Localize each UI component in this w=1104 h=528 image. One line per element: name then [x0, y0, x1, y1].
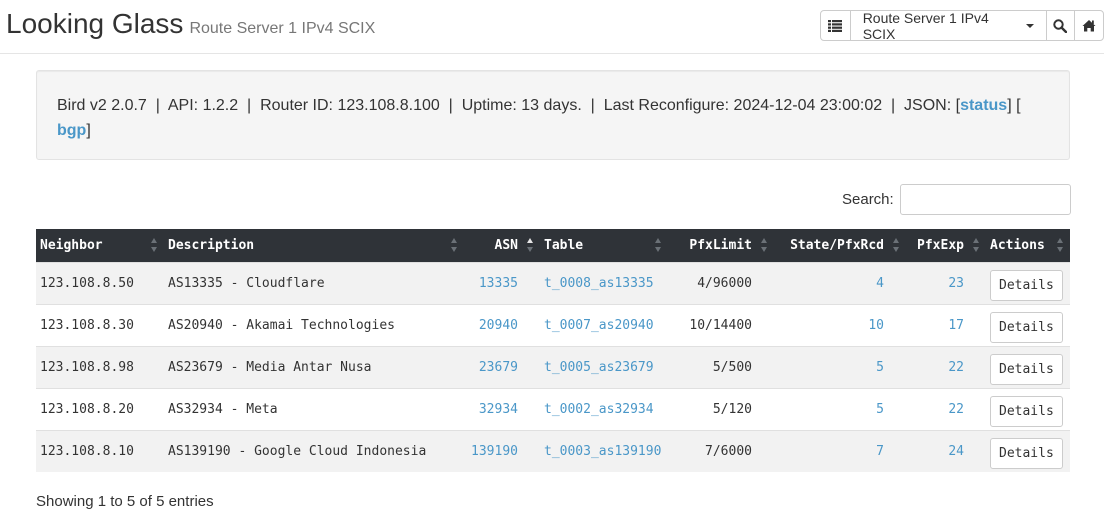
col-table[interactable]: Table	[540, 229, 668, 262]
sort-asc-icon	[527, 238, 534, 252]
table-header: Neighbor Description ASN Table PfxLimit …	[36, 229, 1070, 262]
col-pfxlimit[interactable]: PfxLimit	[668, 229, 774, 262]
description-cell: AS20940 - Akamai Technologies	[164, 303, 464, 346]
pfxrcd-link[interactable]: 5	[876, 360, 884, 375]
pfxlimit-cell: 5/120	[668, 387, 774, 430]
col-actions[interactable]: Actions	[986, 229, 1070, 262]
col-neighbor[interactable]: Neighbor	[36, 229, 164, 262]
asn-link[interactable]: 32934	[479, 402, 518, 417]
description-cell: AS32934 - Meta	[164, 387, 464, 430]
router-list-button[interactable]	[820, 10, 851, 41]
description-cell: AS23679 - Media Antar Nusa	[164, 345, 464, 388]
home-icon	[1082, 20, 1096, 32]
neighbor-cell: 123.108.8.30	[36, 303, 164, 346]
router-toolbar: Route Server 1 IPv4 SCIX	[820, 9, 1104, 42]
asn-link[interactable]: 139190	[471, 444, 518, 459]
pfxrcd-link[interactable]: 10	[868, 318, 884, 333]
sort-icon	[151, 238, 158, 252]
table-link[interactable]: t_0008_as13335	[544, 276, 654, 291]
sort-icon	[893, 238, 900, 252]
search-icon	[1053, 18, 1068, 33]
caret-down-icon	[1025, 23, 1034, 28]
table-row: 123.108.8.20 AS32934 - Meta 32934 t_0002…	[36, 387, 1070, 430]
pfxrcd-link[interactable]: 5	[876, 402, 884, 417]
pfxexp-link[interactable]: 17	[948, 318, 964, 333]
json-bgp-link[interactable]: bgp	[57, 122, 86, 139]
json-close-bracket: ]	[86, 122, 91, 139]
pfxexp-link[interactable]: 23	[948, 276, 964, 291]
search-label: Search:	[842, 191, 894, 208]
pfxlimit-cell: 7/6000	[668, 429, 774, 472]
table-body: 123.108.8.50 AS13335 - Cloudflare 13335 …	[36, 261, 1070, 472]
table-row: 123.108.8.50 AS13335 - Cloudflare 13335 …	[36, 261, 1070, 304]
search-box: Search:	[842, 184, 1071, 215]
details-button[interactable]: Details	[990, 396, 1063, 427]
sort-icon	[761, 238, 768, 252]
table-row: 123.108.8.30 AS20940 - Akamai Technologi…	[36, 303, 1070, 346]
neighbor-cell: 123.108.8.20	[36, 387, 164, 430]
asn-link[interactable]: 20940	[479, 318, 518, 333]
neighbor-cell: 123.108.8.98	[36, 345, 164, 388]
neighbors-table: Neighbor Description ASN Table PfxLimit …	[36, 229, 1070, 472]
col-pfxexp[interactable]: PfxExp	[906, 229, 986, 262]
col-state-pfxrcd[interactable]: State/PfxRcd	[774, 229, 906, 262]
router-select-label: Route Server 1 IPv4 SCIX	[862, 9, 989, 42]
description-cell: AS139190 - Google Cloud Indonesia	[164, 429, 464, 472]
details-button[interactable]: Details	[990, 354, 1063, 385]
page-subtitle: Route Server 1 IPv4 SCIX	[189, 20, 376, 37]
description-cell: AS13335 - Cloudflare	[164, 261, 464, 304]
table-row: 123.108.8.98 AS23679 - Media Antar Nusa …	[36, 345, 1070, 388]
router-info-text: Bird v2 2.0.7 | API: 1.2.2 | Router ID: …	[57, 97, 961, 114]
sort-icon	[1057, 238, 1064, 252]
col-asn[interactable]: ASN	[464, 229, 540, 262]
sort-icon	[655, 238, 662, 252]
pfxexp-link[interactable]: 24	[948, 444, 964, 459]
details-button[interactable]: Details	[990, 438, 1063, 470]
router-select-dropdown[interactable]: Route Server 1 IPv4 SCIX	[849, 9, 1047, 42]
table-info: Showing 1 to 5 of 5 entries	[36, 493, 214, 510]
sort-icon	[451, 238, 458, 252]
table-link[interactable]: t_0005_as23679	[544, 360, 654, 375]
details-button[interactable]: Details	[990, 312, 1063, 343]
col-description[interactable]: Description	[164, 229, 464, 262]
table-row: 123.108.8.10 AS139190 - Google Cloud Ind…	[36, 429, 1070, 472]
pfxexp-link[interactable]: 22	[948, 360, 964, 375]
pfxrcd-link[interactable]: 7	[876, 444, 884, 459]
table-link[interactable]: t_0002_as32934	[544, 402, 654, 417]
details-button[interactable]: Details	[990, 270, 1063, 301]
app-title: Looking Glass	[6, 8, 184, 39]
pfxlimit-cell: 5/500	[668, 345, 774, 388]
page-title: Looking Glass Route Server 1 IPv4 SCIX	[6, 8, 375, 40]
table-link[interactable]: t_0007_as20940	[544, 318, 654, 333]
json-separator: ] [	[1007, 97, 1021, 114]
router-info-panel: Bird v2 2.0.7 | API: 1.2.2 | Router ID: …	[36, 70, 1070, 160]
neighbor-cell: 123.108.8.10	[36, 429, 164, 472]
asn-link[interactable]: 13335	[479, 276, 518, 291]
sort-icon	[973, 238, 980, 252]
pfxlimit-cell: 10/14400	[668, 303, 774, 346]
neighbor-cell: 123.108.8.50	[36, 261, 164, 304]
table-link[interactable]: t_0003_as139190	[544, 444, 661, 459]
home-button[interactable]	[1074, 10, 1104, 41]
search-input[interactable]	[899, 184, 1071, 215]
top-header: Looking Glass Route Server 1 IPv4 SCIX Ro…	[0, 0, 1104, 54]
search-button[interactable]	[1045, 10, 1076, 41]
json-status-link[interactable]: status	[960, 97, 1007, 114]
list-icon	[828, 19, 843, 32]
pfxlimit-cell: 4/96000	[668, 261, 774, 304]
pfxexp-link[interactable]: 22	[948, 402, 964, 417]
pfxrcd-link[interactable]: 4	[876, 276, 884, 291]
asn-link[interactable]: 23679	[479, 360, 518, 375]
